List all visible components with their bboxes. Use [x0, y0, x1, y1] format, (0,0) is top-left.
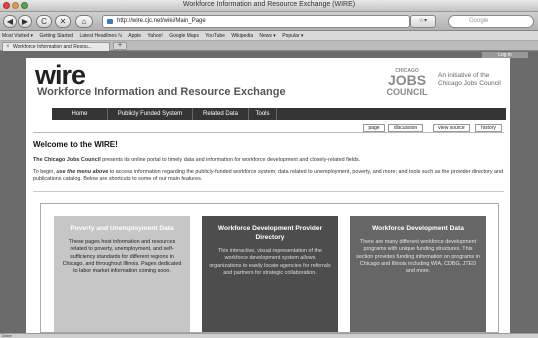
partner-logo-line: JOBS	[387, 72, 427, 88]
nav-item-tools[interactable]: Tools	[249, 108, 277, 120]
stop-icon: ✕	[59, 17, 67, 26]
forward-button[interactable]: ▶	[18, 15, 32, 28]
url-bar[interactable]: http://wire.cjc.net/wiki/Main_Page	[102, 15, 410, 28]
home-icon: ⌂	[81, 17, 87, 26]
tab-label: Workforce Information and Resou...	[13, 44, 92, 50]
bookmark-star-button[interactable]: ☆▾	[410, 15, 436, 28]
window-titlebar: Workforce Information and Resource Excha…	[0, 0, 538, 12]
card-body: These pages host information and resourc…	[62, 239, 182, 275]
bookmark-link[interactable]: Getting Started	[39, 33, 73, 39]
bookmark-link[interactable]: Wikipedia	[231, 33, 253, 39]
wiki-page: wire Workforce Information and Resource …	[26, 58, 510, 333]
intro-paragraph: The Chicago Jobs Council presents its on…	[33, 157, 507, 164]
tab-history[interactable]: history	[475, 124, 502, 132]
bookmark-link[interactable]: YouTube	[205, 33, 225, 39]
forward-arrow-icon: ▶	[21, 17, 29, 26]
divider	[33, 132, 504, 133]
bookmark-link[interactable]: Popular ▾	[282, 33, 303, 39]
browser-tab[interactable]: × Workforce Information and Resou...	[2, 42, 110, 51]
card-poverty-unemployment[interactable]: Poverty and Unemployment Data These page…	[54, 216, 190, 332]
tab-view-source[interactable]: view source	[433, 124, 470, 132]
status-text: Done	[2, 333, 12, 338]
stop-button[interactable]: ✕	[55, 15, 71, 28]
nav-item-related-data[interactable]: Related Data	[193, 108, 249, 120]
bookmark-link[interactable]: Google Maps	[169, 33, 199, 39]
card-workforce-data[interactable]: Workforce Development Data There are man…	[350, 216, 486, 332]
tab-discussion[interactable]: discussion	[388, 124, 423, 132]
bookmark-link[interactable]: Most Visited ▾	[2, 33, 33, 39]
page-viewport: Log in wire Workforce Information and Re…	[0, 51, 538, 333]
main-nav: Home Publicly Funded System Related Data…	[52, 108, 506, 120]
page-title: Welcome to the WIRE!	[33, 140, 118, 149]
nav-item-home[interactable]: Home	[52, 108, 108, 120]
reload-icon: C	[41, 17, 47, 26]
chicago-jobs-council-logo[interactable]: CHICAGO JOBS COUNCIL	[383, 68, 431, 98]
url-text: http://wire.cjc.net/wiki/Main_Page	[117, 18, 206, 24]
window-title: Workforce Information and Resource Excha…	[182, 1, 356, 8]
back-button[interactable]: ◀	[3, 15, 17, 28]
partner-logo-line: COUNCIL	[386, 87, 428, 97]
card-title[interactable]: Workforce Development Provider Directory	[208, 224, 332, 242]
card-title[interactable]: Workforce Development Data	[356, 224, 480, 233]
intro-text: presents its online portal to timely dat…	[100, 157, 361, 163]
nav-item-publicly-funded-system[interactable]: Publicly Funded System	[108, 108, 193, 120]
new-tab-button[interactable]: +	[113, 42, 127, 50]
search-input[interactable]: Google	[448, 15, 534, 28]
divider	[33, 191, 504, 192]
bookmark-link[interactable]: News ▾	[259, 33, 275, 39]
browser-toolbar: ◀ ▶ C ✕ ⌂ http://wire.cjc.net/wiki/Main_…	[0, 12, 538, 31]
wire-logo[interactable]: wire	[35, 62, 86, 89]
card-provider-directory[interactable]: Workforce Development Provider Directory…	[202, 216, 338, 332]
bookmark-link[interactable]: Yahoo!	[147, 33, 162, 39]
tab-page[interactable]: page	[363, 124, 385, 132]
status-bar: Done	[0, 333, 538, 338]
back-arrow-icon: ◀	[6, 17, 14, 26]
home-button[interactable]: ⌂	[75, 15, 93, 28]
initiative-text: An initiative of the Chicago Jobs Counci…	[438, 72, 501, 87]
reload-button[interactable]: C	[36, 15, 52, 28]
org-name: The Chicago Jobs Council	[33, 157, 101, 163]
instructions-text: To begin,	[33, 169, 57, 175]
site-subtitle: Workforce Information and Resource Excha…	[37, 86, 286, 98]
card-title[interactable]: Poverty and Unemployment Data	[60, 224, 184, 233]
bookmark-link[interactable]: Apple	[128, 33, 141, 39]
close-tab-icon[interactable]: ×	[6, 43, 10, 51]
card-body: There are many different workforce devel…	[356, 239, 480, 275]
bookmark-link[interactable]: Latest Headlines ℕ	[79, 33, 122, 39]
site-favicon-icon	[107, 19, 113, 24]
bookmarks-bar: Most Visited ▾ Getting Started Latest He…	[0, 31, 538, 41]
instructions-paragraph: To begin, use the menu above to access i…	[33, 169, 507, 183]
card-body: This interactive, visual representation …	[209, 248, 331, 276]
tab-bar: × Workforce Information and Resou... +	[0, 41, 538, 51]
feature-cards: Poverty and Unemployment Data These page…	[40, 203, 499, 333]
search-placeholder: Google	[469, 18, 489, 24]
bookmark-star-icon: ☆▾	[418, 18, 428, 24]
menu-emphasis: use the menu above	[56, 169, 109, 175]
